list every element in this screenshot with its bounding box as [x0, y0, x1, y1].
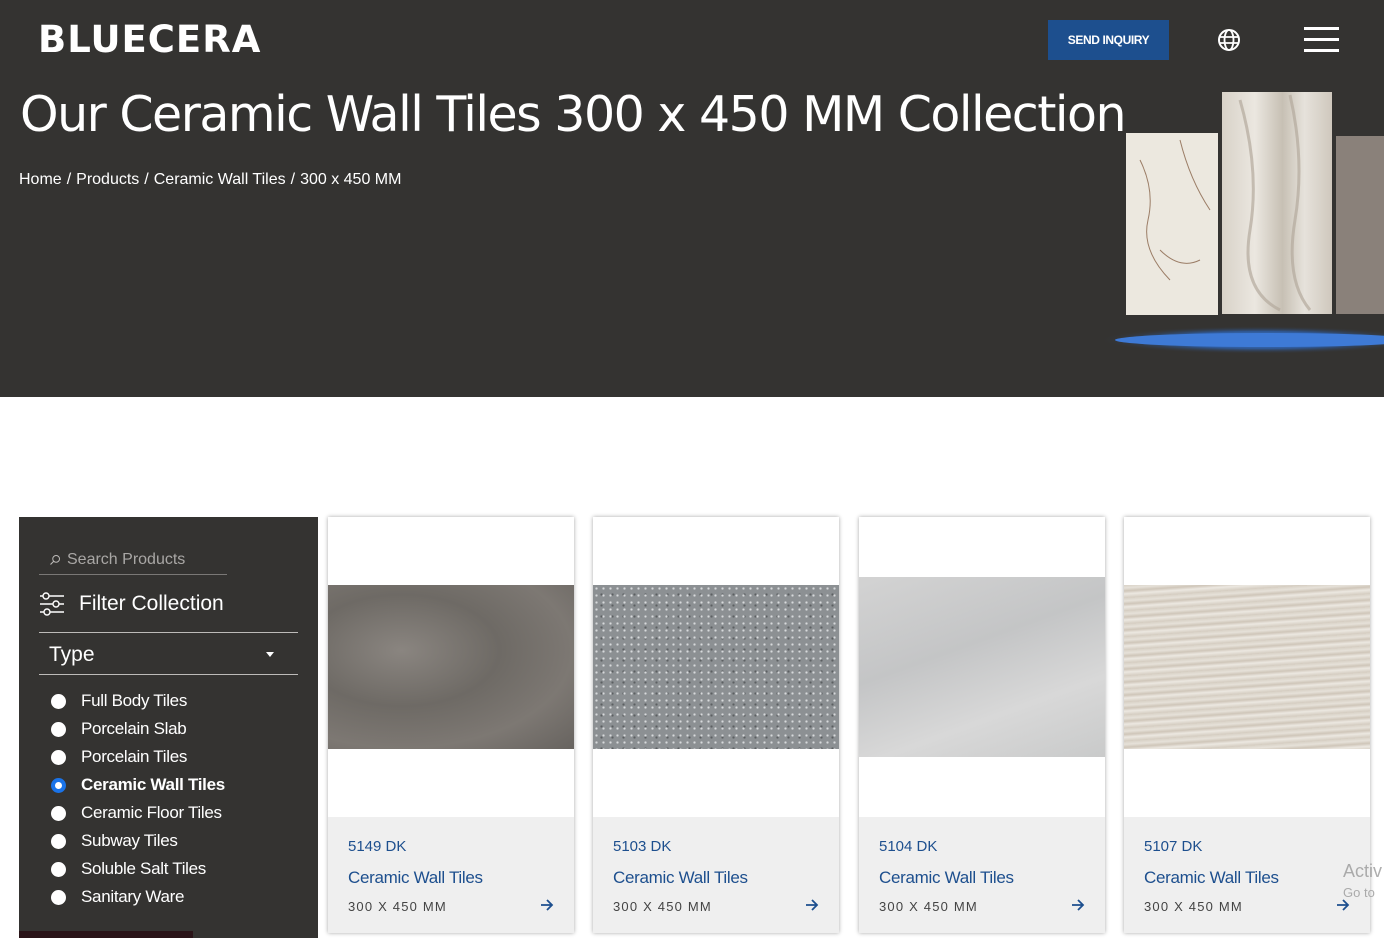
type-label: Type — [49, 642, 95, 666]
filter-sidebar: Filter Collection Type Full Body Tiles P… — [19, 517, 318, 938]
radio-button[interactable] — [51, 721, 66, 737]
product-info: 5104 DK Ceramic Wall Tiles 300 X 450 MM — [859, 817, 1105, 933]
breadcrumb-ceramic-wall-tiles[interactable]: Ceramic Wall Tiles — [154, 171, 286, 189]
type-option-label: Ceramic Floor Tiles — [81, 803, 222, 822]
search-icon — [50, 554, 60, 565]
breadcrumb: Home / Products / Ceramic Wall Tiles / 3… — [19, 171, 401, 189]
type-option-ceramic-floor-tiles[interactable]: Ceramic Floor Tiles — [51, 799, 225, 827]
type-option-soluble-salt-tiles[interactable]: Soluble Salt Tiles — [51, 855, 225, 883]
radio-button[interactable] — [51, 749, 66, 765]
type-option-porcelain-tiles[interactable]: Porcelain Tiles — [51, 743, 225, 771]
type-option-full-body-tiles[interactable]: Full Body Tiles — [51, 687, 225, 715]
watermark-line-2: Go to — [1343, 885, 1375, 900]
breadcrumb-home[interactable]: Home — [19, 171, 62, 189]
product-info: 5103 DK Ceramic Wall Tiles 300 X 450 MM — [593, 817, 839, 933]
product-category[interactable]: Ceramic Wall Tiles — [879, 868, 1014, 888]
horizontal-scrollbar[interactable] — [19, 931, 193, 938]
product-info: 5149 DK Ceramic Wall Tiles 300 X 450 MM — [328, 817, 574, 933]
product-code[interactable]: 5104 DK — [879, 838, 937, 855]
product-size: 300 X 450 MM — [1144, 899, 1243, 914]
product-size: 300 X 450 MM — [879, 899, 978, 914]
product-image[interactable] — [859, 577, 1105, 757]
page-title: Our Ceramic Wall Tiles 300 x 450 MM Coll… — [20, 86, 1127, 143]
type-option-porcelain-slab[interactable]: Porcelain Slab — [51, 715, 225, 743]
divider — [39, 632, 298, 633]
filter-collection-title: Filter Collection — [79, 592, 224, 615]
product-image[interactable] — [328, 585, 574, 749]
caret-down-icon — [266, 652, 274, 657]
type-option-label: Full Body Tiles — [81, 691, 188, 710]
type-options: Full Body Tiles Porcelain Slab Porcelain… — [51, 687, 225, 911]
product-info: 5107 DK Ceramic Wall Tiles 300 X 450 MM — [1124, 817, 1370, 933]
filter-collection-header: Filter Collection — [39, 592, 224, 616]
product-card[interactable]: 5103 DK Ceramic Wall Tiles 300 X 450 MM — [593, 517, 839, 933]
type-option-label: Soluble Salt Tiles — [81, 859, 207, 878]
product-code[interactable]: 5107 DK — [1144, 838, 1202, 855]
type-option-label: Subway Tiles — [81, 831, 178, 850]
watermark-line-1: Activ — [1343, 861, 1383, 881]
send-inquiry-button[interactable]: SEND INQUIRY — [1048, 20, 1169, 60]
product-category[interactable]: Ceramic Wall Tiles — [1144, 868, 1279, 888]
os-activation-watermark: Activ Go to — [1343, 860, 1382, 904]
product-category[interactable]: Ceramic Wall Tiles — [348, 868, 483, 888]
hamburger-menu-icon[interactable] — [1304, 26, 1340, 54]
radio-button[interactable] — [51, 889, 66, 905]
product-card[interactable]: 5107 DK Ceramic Wall Tiles 300 X 450 MM — [1124, 517, 1370, 933]
radio-button[interactable] — [51, 805, 66, 821]
radio-button[interactable] — [51, 861, 66, 877]
radio-button[interactable] — [51, 693, 66, 709]
product-image[interactable] — [1124, 585, 1370, 749]
product-card[interactable]: 5149 DK Ceramic Wall Tiles 300 X 450 MM — [328, 517, 574, 933]
search-products-input[interactable] — [67, 550, 227, 569]
type-option-label: Sanitary Ware — [81, 887, 185, 906]
breadcrumb-separator: / — [66, 171, 72, 188]
product-card[interactable]: 5104 DK Ceramic Wall Tiles 300 X 450 MM — [859, 517, 1105, 933]
product-size: 300 X 450 MM — [348, 899, 447, 914]
radio-button-checked[interactable] — [51, 777, 66, 793]
product-code[interactable]: 5149 DK — [348, 838, 406, 855]
breadcrumb-products[interactable]: Products — [76, 171, 139, 189]
radio-button[interactable] — [51, 833, 66, 849]
type-option-ceramic-wall-tiles[interactable]: Ceramic Wall Tiles — [51, 771, 225, 799]
type-dropdown[interactable]: Type — [39, 635, 298, 675]
globe-icon[interactable] — [1216, 27, 1242, 53]
product-image[interactable] — [593, 585, 839, 749]
search-box — [39, 545, 227, 575]
arrow-right-icon[interactable] — [805, 899, 819, 911]
type-option-label: Ceramic Wall Tiles — [81, 775, 225, 794]
product-category[interactable]: Ceramic Wall Tiles — [613, 868, 748, 888]
product-size: 300 X 450 MM — [613, 899, 712, 914]
filter-sliders-icon — [40, 592, 64, 616]
hero-banner: BLUECERA SEND INQUIRY Our Ceramic Wall T… — [0, 0, 1384, 397]
arrow-right-icon[interactable] — [1071, 899, 1085, 911]
breadcrumb-current: 300 x 450 MM — [300, 171, 402, 188]
breadcrumb-separator: / — [290, 171, 296, 188]
breadcrumb-separator: / — [144, 171, 149, 188]
type-option-label: Porcelain Tiles — [81, 747, 188, 766]
product-code[interactable]: 5103 DK — [613, 838, 671, 855]
type-option-sanitary-ware[interactable]: Sanitary Ware — [51, 883, 225, 911]
logo[interactable]: BLUECERA — [38, 18, 261, 61]
type-option-subway-tiles[interactable]: Subway Tiles — [51, 827, 225, 855]
type-option-label: Porcelain Slab — [81, 719, 187, 738]
arrow-right-icon[interactable] — [540, 899, 554, 911]
